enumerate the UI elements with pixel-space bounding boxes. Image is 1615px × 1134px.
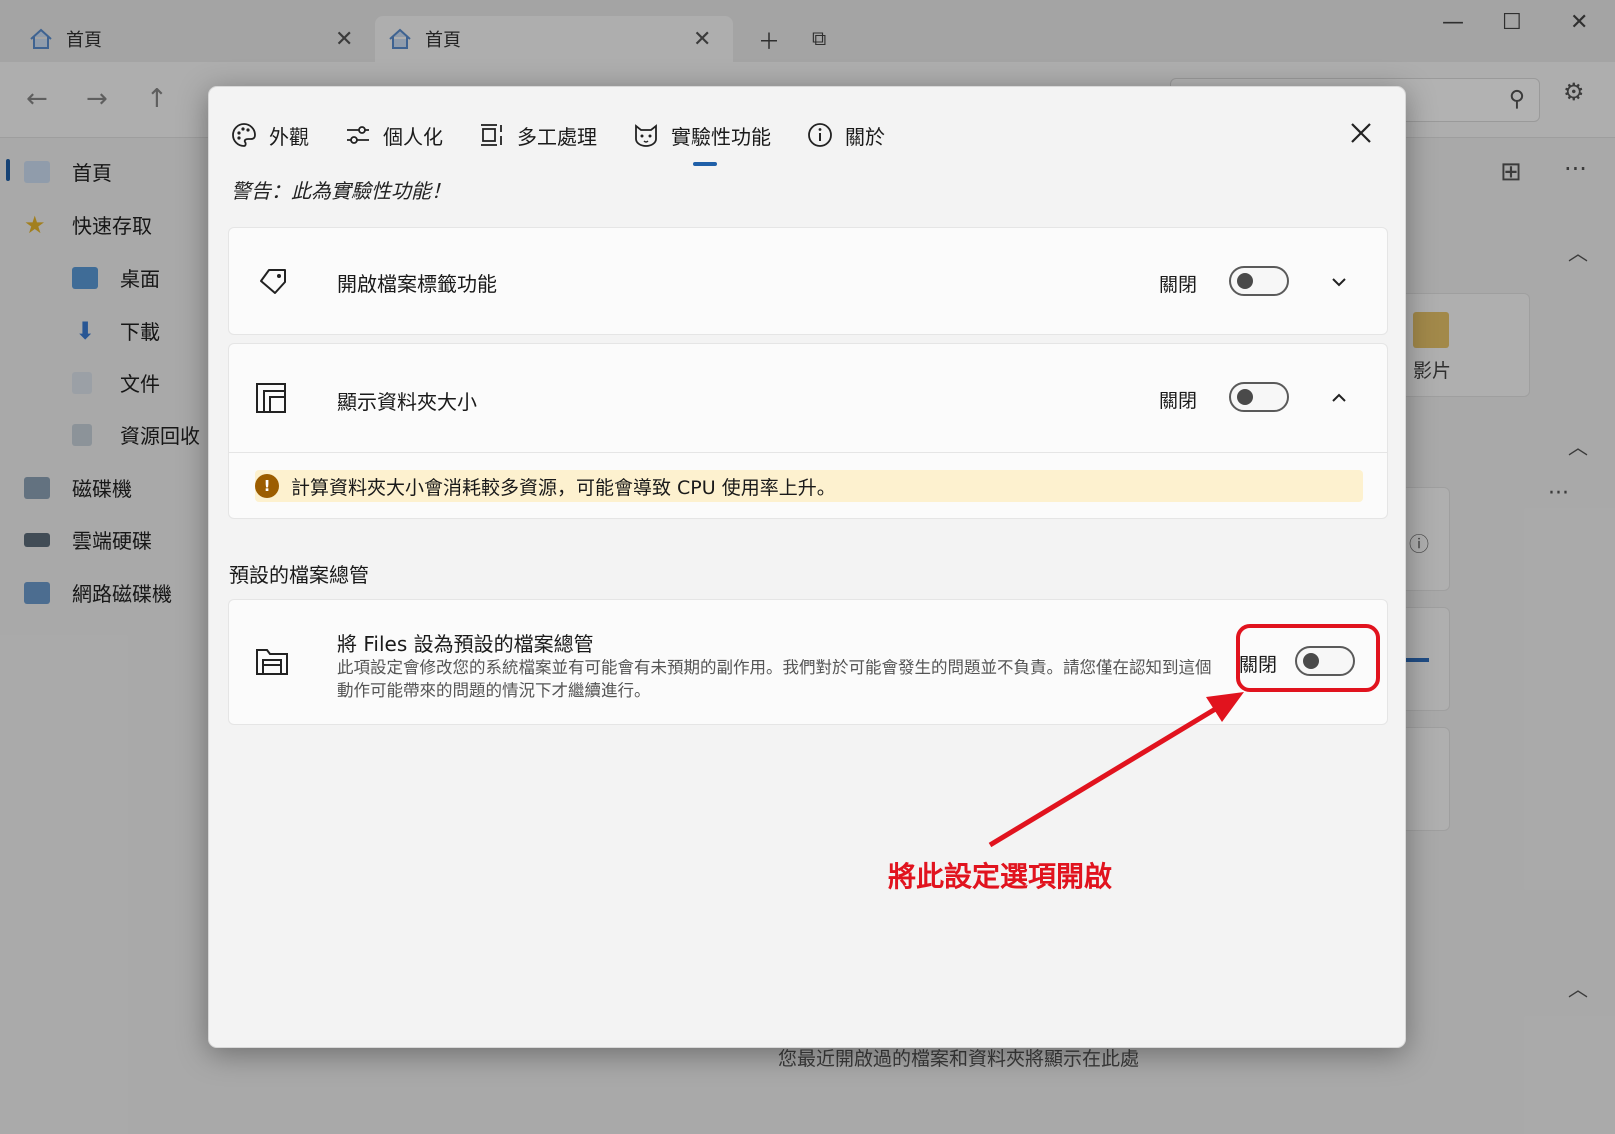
tab-label: 關於 — [845, 124, 885, 149]
setting-title: 將 Files 設為預設的檔案總管 — [337, 632, 594, 656]
chevron-up-icon[interactable] — [1329, 388, 1349, 408]
setting-file-tags[interactable]: 開啟檔案標籤功能 關閉 — [228, 227, 1388, 335]
setting-title: 顯示資料夾大小 — [337, 390, 477, 414]
info-icon — [808, 123, 832, 147]
settings-tabs: 外觀 個人化 多工處理 實驗性功能 關於 — [231, 113, 921, 166]
tab-about[interactable]: 關於 — [807, 121, 885, 150]
toggle-knob — [1237, 273, 1253, 289]
setting-description: 此項設定會修改您的系統檔案並有可能會有未預期的副作用。我們對於可能會發生的問題並… — [337, 658, 1212, 700]
tab-experimental[interactable]: 實驗性功能 — [633, 121, 771, 166]
toggle-state-label: 關閉 — [1159, 274, 1198, 296]
settings-dialog: 外觀 個人化 多工處理 實驗性功能 關於 警告：此為實驗性功能！ 開啟檔案標籤功… — [208, 86, 1406, 1048]
tab-label: 多工處理 — [517, 124, 597, 149]
info-message: 計算資料夾大小會消耗較多資源，可能會導致 CPU 使用率上升。 — [291, 476, 836, 499]
setting-default-file-manager[interactable]: 將 Files 設為預設的檔案總管 此項設定會修改您的系統檔案並有可能會有未預期… — [228, 599, 1388, 725]
tab-personalization[interactable]: 個人化 — [345, 121, 443, 150]
warning-icon: ! — [255, 474, 279, 498]
tab-label: 實驗性功能 — [671, 124, 771, 149]
divider — [229, 452, 1387, 453]
tab-appearance[interactable]: 外觀 — [231, 121, 309, 150]
folder-size-toggle[interactable] — [1229, 382, 1289, 412]
tab-multitasking[interactable]: 多工處理 — [479, 121, 597, 150]
file-explorer-icon — [256, 649, 288, 675]
palette-icon — [232, 123, 256, 147]
setting-folder-size[interactable]: 顯示資料夾大小 關閉 ! 計算資料夾大小會消耗較多資源，可能會導致 CPU 使用… — [228, 343, 1388, 519]
flask-cat-icon — [635, 124, 657, 147]
info-bar: ! 計算資料夾大小會消耗較多資源，可能會導致 CPU 使用率上升。 — [255, 470, 1363, 502]
file-tags-toggle[interactable] — [1229, 266, 1289, 296]
folder-size-icon — [256, 383, 286, 413]
annotation-highlight-box — [1236, 624, 1380, 692]
tag-icon — [260, 269, 286, 294]
toggle-knob — [1237, 389, 1253, 405]
setting-title: 開啟檔案標籤功能 — [337, 272, 497, 296]
tab-label: 外觀 — [269, 124, 309, 149]
annotation-text: 將此設定選項開啟 — [888, 860, 1113, 893]
tab-label: 個人化 — [383, 124, 443, 149]
toggle-state-label: 關閉 — [1159, 390, 1198, 412]
experimental-warning: 警告：此為實驗性功能！ — [231, 179, 451, 203]
chevron-down-icon[interactable] — [1329, 272, 1349, 292]
sliders-icon — [347, 126, 369, 144]
close-dialog-button[interactable] — [1345, 117, 1377, 149]
multitask-icon — [481, 124, 502, 146]
section-title: 預設的檔案總管 — [229, 563, 369, 587]
